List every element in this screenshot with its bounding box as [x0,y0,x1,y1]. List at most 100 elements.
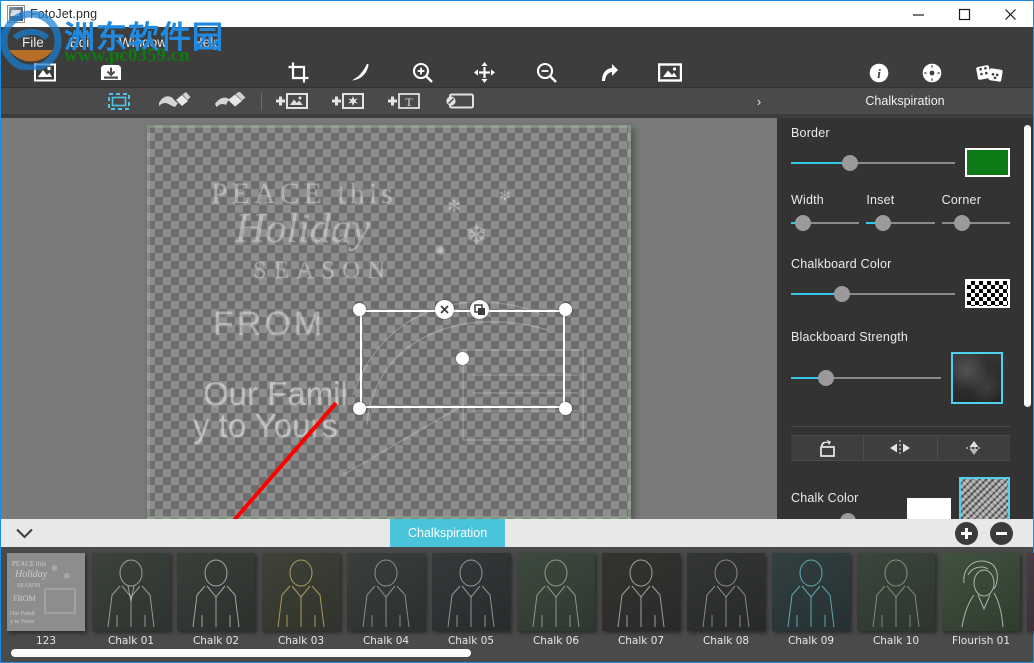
add-image-icon[interactable] [264,88,320,115]
chalkboard-color-swatch[interactable] [965,279,1010,308]
menu-window[interactable]: Window [106,31,180,54]
thumbnail-image[interactable] [517,553,595,631]
maximize-button[interactable] [941,1,987,28]
chalkboard-color-slider[interactable] [791,286,955,302]
list-item[interactable]: Chalk 04 [347,553,425,647]
flip-horizontal-icon[interactable] [864,436,936,460]
snowflake-icon: ✺ [435,243,446,259]
resize-handle-bottom-left[interactable] [353,402,366,415]
thumbnail-image[interactable] [942,553,1020,631]
blackboard-texture-swatch[interactable] [951,352,1003,404]
width-inset-corner-group: Width Inset [777,193,1024,231]
thumbnail-image[interactable] [857,553,935,631]
list-item[interactable]: Flourish 01 [942,553,1020,647]
border-color-swatch[interactable] [965,148,1010,177]
blackboard-strength-group: Blackboard Strength [777,330,1024,404]
expand-toolbar-chevron[interactable]: › [741,88,777,115]
resize-handle-top-right[interactable] [559,303,572,316]
svg-text:SEASON: SEASON [17,583,41,589]
resize-handle-top-left[interactable] [353,303,366,316]
svg-text:Holiday: Holiday [14,569,48,580]
open-image-icon[interactable] [23,57,67,88]
width-slider[interactable] [791,215,859,231]
fit-image-icon[interactable] [648,57,692,88]
thumbnail-image[interactable] [687,553,765,631]
corner-slider[interactable] [942,215,1010,231]
close-button[interactable] [987,1,1033,28]
zoom-out-icon[interactable] [524,57,568,88]
thumbnail-label: Chalk 06 [517,635,595,647]
list-item[interactable]: Chalk 05 [432,553,510,647]
eraser-icon[interactable] [203,88,259,115]
list-item[interactable]: Chalk 06 [517,553,595,647]
chevron-down-icon[interactable] [1,519,47,547]
chalk-texture-swatch[interactable] [959,477,1010,519]
inset-slider[interactable] [866,215,934,231]
list-item[interactable]: Chalk 02 [177,553,255,647]
duplicate-icon[interactable] [470,300,489,319]
list-item[interactable]: Chalk 07 [602,553,680,647]
thumbnail-image[interactable] [602,553,680,631]
tab-chalkspiration[interactable]: Chalkspiration [390,519,505,547]
thumbnail-scrollbar-thumb[interactable] [11,649,471,657]
thumbnail-image[interactable]: PEACE this Holiday SEASON FROM Our Famil… [7,553,85,631]
thumbnail-image[interactable] [347,553,425,631]
canvas-area[interactable]: PEACE this Holiday SEASON FROM Our Famil… [1,118,777,519]
properties-panel: Border Width [777,118,1033,519]
brush-icon[interactable] [147,88,203,115]
list-item[interactable]: Chalk 03 [262,553,340,647]
properties-panel-scrollbar[interactable] [1024,125,1031,407]
template-thumbnail-strip[interactable]: PEACE this Holiday SEASON FROM Our Famil… [1,547,1033,647]
close-icon[interactable] [435,300,454,319]
add-sticker-icon[interactable] [320,88,376,115]
inset-label: Inset [866,193,934,207]
settings-icon[interactable] [910,57,954,88]
zoom-in-icon[interactable] [400,57,444,88]
move-icon[interactable] [462,57,506,88]
thumbnail-image[interactable] [262,553,340,631]
redo-icon[interactable] [586,57,630,88]
rotate-icon[interactable] [791,436,863,460]
blackboard-strength-slider[interactable] [791,370,941,386]
template-panel-bar: Chalkspiration [1,519,1033,547]
move-handle-center[interactable] [456,352,469,365]
thumbnail-label: Chalk 08 [687,635,765,647]
minimize-button[interactable] [895,1,941,28]
main-area: PEACE this Holiday SEASON FROM Our Famil… [1,118,1033,519]
menu-edit[interactable]: Edit [57,31,106,54]
flip-vertical-icon[interactable] [938,436,1010,460]
remove-icon[interactable] [990,522,1013,545]
thumbnail-image[interactable] [772,553,850,631]
list-item[interactable]: Chalk 01 [92,553,170,647]
thumbnail-image[interactable] [432,553,510,631]
app-icon [8,6,24,22]
curve-tool-icon[interactable] [338,57,382,88]
list-item[interactable]: Chalk 09 [772,553,850,647]
thumbnail-image[interactable] [92,553,170,631]
shape-icon[interactable] [432,88,488,115]
thumbnail-image[interactable] [1027,553,1034,631]
resize-handle-bottom-right[interactable] [559,402,572,415]
list-item[interactable]: Chalk 10 [857,553,935,647]
dice-icon[interactable] [968,57,1012,88]
select-frame-icon[interactable] [91,88,147,115]
add-icon[interactable] [955,522,978,545]
list-item[interactable]: Chalk 08 [687,553,765,647]
info-icon[interactable]: i [857,57,901,88]
save-image-icon[interactable] [89,57,133,88]
title-bar: FotoJet.png [1,0,1033,27]
svg-text:i: i [877,66,881,81]
menu-file[interactable]: File [9,31,57,54]
svg-text:FROM: FROM [13,594,36,603]
add-text-icon[interactable]: T [376,88,432,115]
chalk-color-swatch[interactable] [907,498,951,519]
list-item[interactable]: Flourish 0 [1027,553,1034,647]
menu-help[interactable]: Help [180,31,234,54]
crop-icon[interactable] [276,57,320,88]
thumbnail-image[interactable] [177,553,255,631]
svg-text:T: T [405,95,413,109]
artboard[interactable]: PEACE this Holiday SEASON FROM Our Famil… [147,125,631,519]
list-item[interactable]: PEACE this Holiday SEASON FROM Our Famil… [7,553,85,647]
border-slider[interactable] [791,155,955,171]
selection-box[interactable] [360,310,565,408]
